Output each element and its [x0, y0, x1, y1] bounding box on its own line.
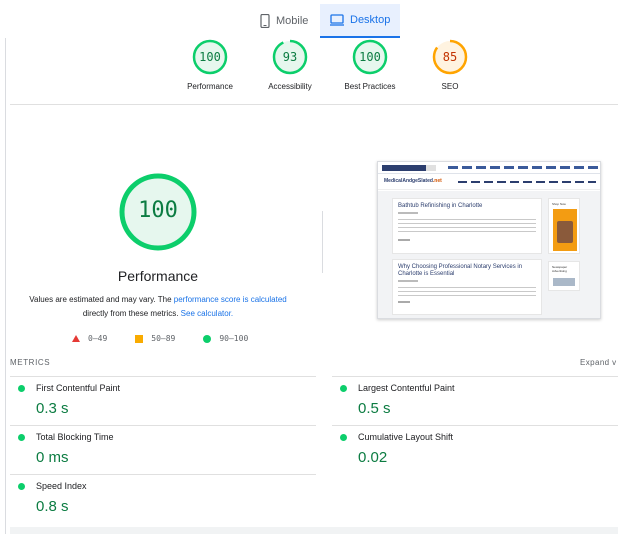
performance-disclaimer: Values are estimated and may vary. The p… [20, 293, 296, 321]
section-divider [10, 104, 618, 105]
triangle-icon [72, 335, 80, 342]
screenshot-sidebar-ad: Shop Now [548, 198, 580, 254]
screenshot-sidebar-title: Shop Now [552, 202, 566, 206]
performance-score-link[interactable]: performance score is calculated [174, 295, 287, 304]
metric-name: Total Blocking Time [36, 432, 114, 442]
screenshot-logo: MedicalAndgeSlated.net [384, 178, 442, 184]
performance-gauge: 100 [118, 172, 198, 252]
metric-name: First Contentful Paint [36, 383, 121, 393]
legend-pass: 90–100 [203, 334, 248, 343]
screenshot-post: Bathtub Refinishing in Charlotte [392, 198, 542, 254]
left-border [5, 38, 6, 534]
tab-desktop[interactable]: Desktop [320, 4, 400, 38]
performance-title: Performance [117, 268, 199, 284]
gauge-score: 85 [442, 50, 458, 64]
phone-icon [260, 14, 270, 28]
metric-value: 0.5 s [358, 400, 391, 417]
tab-mobile-label: Mobile [276, 15, 309, 27]
metric-cumulative-layout-shift: Cumulative Layout Shift 0.02 [332, 425, 618, 474]
see-calculator-link[interactable]: See calculator. [181, 309, 233, 318]
metric-total-blocking-time: Total Blocking Time 0 ms [10, 425, 316, 474]
gauge-performance[interactable]: 100 Performance [170, 39, 250, 91]
metric-first-contentful-paint: First Contentful Paint 0.3 s [10, 376, 316, 425]
pass-dot-icon [18, 483, 25, 490]
metric-name: Cumulative Layout Shift [358, 432, 454, 442]
metric-speed-index: Speed Index 0.8 s [10, 474, 316, 523]
gauge-label: Best Practices [344, 82, 396, 91]
gauge-seo[interactable]: 85 SEO [410, 39, 490, 91]
metrics-heading: METRICS [10, 358, 51, 367]
pass-dot-icon [340, 434, 347, 441]
gauge-label: Accessibility [268, 82, 312, 91]
metric-name: Largest Contentful Paint [358, 383, 455, 393]
square-icon [135, 334, 144, 343]
metric-value: 0.8 s [36, 498, 69, 515]
pass-dot-icon [340, 385, 347, 392]
bottom-band [10, 527, 618, 534]
screenshot-sidebar-widget: Newspaper Advertising [548, 261, 580, 291]
page-screenshot[interactable]: MedicalAndgeSlated.net Bathtub Refinishi… [377, 161, 601, 319]
vertical-divider [322, 211, 323, 273]
performance-score: 100 [138, 198, 178, 223]
expand-view-toggle[interactable]: Expand v [580, 358, 617, 367]
circle-icon [203, 334, 212, 343]
metric-largest-contentful-paint: Largest Contentful Paint 0.5 s [332, 376, 618, 425]
gauge-score: 100 [359, 50, 381, 64]
gauge-label: SEO [441, 82, 459, 91]
pass-dot-icon [18, 434, 25, 441]
disclaimer-text: Values are estimated and may vary. The [29, 295, 174, 304]
screenshot-body: Bathtub Refinishing in Charlotte Why Cho… [378, 191, 600, 318]
gauge-best-practices[interactable]: 100 Best Practices [330, 39, 410, 91]
gauge-score: 100 [199, 50, 221, 64]
metric-value: 0.3 s [36, 400, 69, 417]
screenshot-post: Why Choosing Professional Notary Service… [392, 259, 542, 315]
desktop-icon [330, 14, 344, 26]
device-tabs: Mobile Desktop [250, 4, 400, 38]
pass-dot-icon [18, 385, 25, 392]
tab-desktop-label: Desktop [350, 14, 391, 26]
score-summary: 100 Performance 93 Accessibility 100 Bes… [170, 39, 490, 91]
legend-average-label: 50–89 [151, 334, 176, 343]
disclaimer-text-2: directly from these metrics. [82, 309, 181, 318]
screenshot-post-title: Bathtub Refinishing in Charlotte [398, 203, 483, 209]
screenshot-sidebar-title: Newspaper Advertising [552, 265, 568, 273]
score-legend: 0–49 50–89 90–100 [72, 334, 276, 343]
gauge-score: 93 [282, 50, 298, 64]
screenshot-post-title: Why Choosing Professional Notary Service… [398, 264, 523, 277]
metric-name: Speed Index [36, 481, 87, 491]
legend-average: 50–89 [135, 334, 175, 343]
gauge-accessibility[interactable]: 93 Accessibility [250, 39, 330, 91]
legend-fail: 0–49 [72, 334, 107, 343]
tab-mobile[interactable]: Mobile [250, 4, 320, 38]
legend-fail-label: 0–49 [88, 334, 108, 343]
gauge-label: Performance [187, 82, 233, 91]
screenshot-header: MedicalAndgeSlated.net [378, 174, 600, 190]
metric-value: 0.02 [358, 449, 388, 466]
legend-pass-label: 90–100 [219, 334, 249, 343]
screenshot-topbar [378, 162, 600, 174]
metric-value: 0 ms [36, 449, 69, 466]
